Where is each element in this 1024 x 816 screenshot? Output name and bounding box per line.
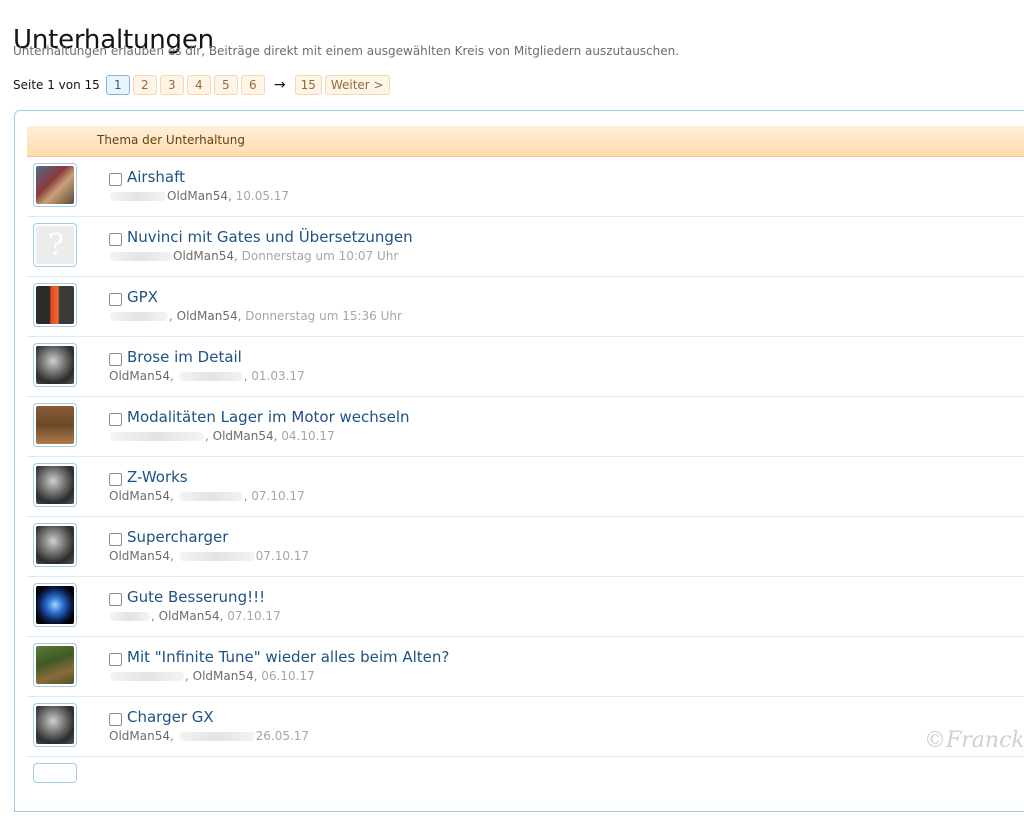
conversation-title-link[interactable]: Airshaft	[127, 168, 185, 186]
skip-arrow-icon: →	[273, 77, 286, 93]
pagination: Seite 1 von 15 1 2 3 4 5 6 → 15 Weiter >	[13, 74, 390, 96]
conversation-row: Airshaft OldMan54, 10.05.17	[27, 157, 1024, 217]
select-checkbox[interactable]	[109, 353, 122, 366]
participant-name[interactable]: OldMan54	[167, 189, 228, 203]
conversation-title-link[interactable]: GPX	[127, 288, 158, 306]
participant-name[interactable]: OldMan54	[109, 729, 170, 743]
participant-name[interactable]: OldMan54	[109, 489, 170, 503]
participant-name[interactable]: OldMan54	[109, 369, 170, 383]
conversation-date: 07.10.17	[227, 609, 281, 623]
conversation-title-link[interactable]: Charger GX	[127, 708, 214, 726]
page-link-4[interactable]: 4	[186, 75, 211, 95]
participant-name[interactable]: OldMan54	[193, 669, 254, 683]
select-checkbox[interactable]	[109, 413, 122, 426]
conversation-date: 07.10.17	[251, 489, 305, 503]
conversation-date: 10.05.17	[235, 189, 290, 203]
avatar[interactable]	[33, 163, 77, 207]
watermark: ©Franck	[924, 728, 1024, 753]
participant-name[interactable]: OldMan54	[109, 549, 170, 563]
conversation-meta: OldMan54, 10.05.17	[109, 189, 289, 203]
conversation-title-link[interactable]: Gute Besserung!!!	[127, 588, 265, 606]
conversation-row: Brose im Detail OldMan54, , 01.03.17	[27, 337, 1024, 397]
conversation-row: Supercharger OldMan54, 07.10.17	[27, 517, 1024, 577]
select-checkbox[interactable]	[109, 173, 122, 186]
conversation-meta: OldMan54, , 01.03.17	[109, 369, 305, 383]
avatar[interactable]	[33, 343, 77, 387]
conversation-title-link[interactable]: Modalitäten Lager im Motor wechseln	[127, 408, 410, 426]
page-link-last[interactable]: 15	[294, 75, 322, 95]
conversation-date: 01.03.17	[251, 369, 305, 383]
conversation-date: 07.10.17	[255, 549, 310, 563]
conversation-title-link[interactable]: Z-Works	[127, 468, 188, 486]
avatar[interactable]	[33, 763, 77, 783]
avatar[interactable]	[33, 403, 77, 447]
conversation-meta: , OldMan54, 06.10.17	[109, 669, 315, 683]
select-checkbox[interactable]	[109, 713, 122, 726]
conversation-meta: OldMan54, , 07.10.17	[109, 489, 305, 503]
conversation-row: Charger GX OldMan54, 26.05.17	[27, 697, 1024, 757]
conversation-date: 06.10.17	[261, 669, 315, 683]
avatar[interactable]	[33, 583, 77, 627]
conversation-title-link[interactable]: Mit "Infinite Tune" wieder alles beim Al…	[127, 648, 449, 666]
column-header-topic: Thema der Unterhaltung	[97, 133, 245, 147]
page-description: Unterhaltungen erlauben es dir, Beiträge…	[13, 44, 680, 58]
select-checkbox[interactable]	[109, 473, 122, 486]
avatar[interactable]	[33, 523, 77, 567]
page-link-6[interactable]: 6	[240, 75, 265, 95]
conversation-date: Donnerstag um 15:36 Uhr	[245, 309, 402, 323]
table-header: Thema der Unterhaltung	[27, 126, 1024, 157]
select-checkbox[interactable]	[109, 653, 122, 666]
conversation-row: Gute Besserung!!! , OldMan54, 07.10.17	[27, 577, 1024, 637]
conversation-date: 04.10.17	[281, 429, 335, 443]
conversation-date: 26.05.17	[255, 729, 310, 743]
conversation-meta: OldMan54, Donnerstag um 10:07 Uhr	[109, 249, 398, 263]
page-indicator: Seite 1 von 15	[13, 78, 100, 92]
conversation-title-link[interactable]: Brose im Detail	[127, 348, 242, 366]
select-checkbox[interactable]	[109, 533, 122, 546]
avatar[interactable]	[33, 283, 77, 327]
conversation-meta: , OldMan54, 04.10.17	[109, 429, 335, 443]
select-checkbox[interactable]	[109, 593, 122, 606]
participant-name[interactable]: OldMan54	[159, 609, 220, 623]
conversation-meta: , OldMan54, 07.10.17	[109, 609, 281, 623]
avatar[interactable]	[33, 703, 77, 747]
select-checkbox[interactable]	[109, 233, 122, 246]
avatar[interactable]	[33, 643, 77, 687]
page-link-3[interactable]: 3	[159, 75, 184, 95]
select-checkbox[interactable]	[109, 293, 122, 306]
conversation-title-link[interactable]: Supercharger	[127, 528, 228, 546]
page-link-2[interactable]: 2	[132, 75, 157, 95]
page-link-1[interactable]: 1	[105, 75, 130, 95]
conversation-title-link[interactable]: Nuvinci mit Gates und Übersetzungen	[127, 228, 413, 246]
page-link-5[interactable]: 5	[213, 75, 238, 95]
conversation-row	[27, 757, 1024, 816]
avatar-placeholder[interactable]	[33, 223, 77, 267]
participant-name[interactable]: OldMan54	[213, 429, 274, 443]
conversation-date: Donnerstag um 10:07 Uhr	[241, 249, 399, 263]
conversation-meta: OldMan54, 26.05.17	[109, 729, 310, 743]
participant-name[interactable]: OldMan54	[173, 249, 234, 263]
next-page-button[interactable]: Weiter >	[324, 75, 390, 95]
conversation-row: Modalitäten Lager im Motor wechseln , Ol…	[27, 397, 1024, 457]
conversation-list-panel: Thema der Unterhaltung Airshaft OldMan54…	[14, 110, 1024, 812]
conversation-meta: , OldMan54, Donnerstag um 15:36 Uhr	[109, 309, 402, 323]
conversation-row: Z-Works OldMan54, , 07.10.17	[27, 457, 1024, 517]
participant-name[interactable]: OldMan54	[177, 309, 238, 323]
conversation-meta: OldMan54, 07.10.17	[109, 549, 310, 563]
conversation-row: Mit "Infinite Tune" wieder alles beim Al…	[27, 637, 1024, 697]
avatar[interactable]	[33, 463, 77, 507]
conversation-row: Nuvinci mit Gates und Übersetzungen OldM…	[27, 217, 1024, 277]
conversation-row: GPX , OldMan54, Donnerstag um 15:36 Uhr	[27, 277, 1024, 337]
